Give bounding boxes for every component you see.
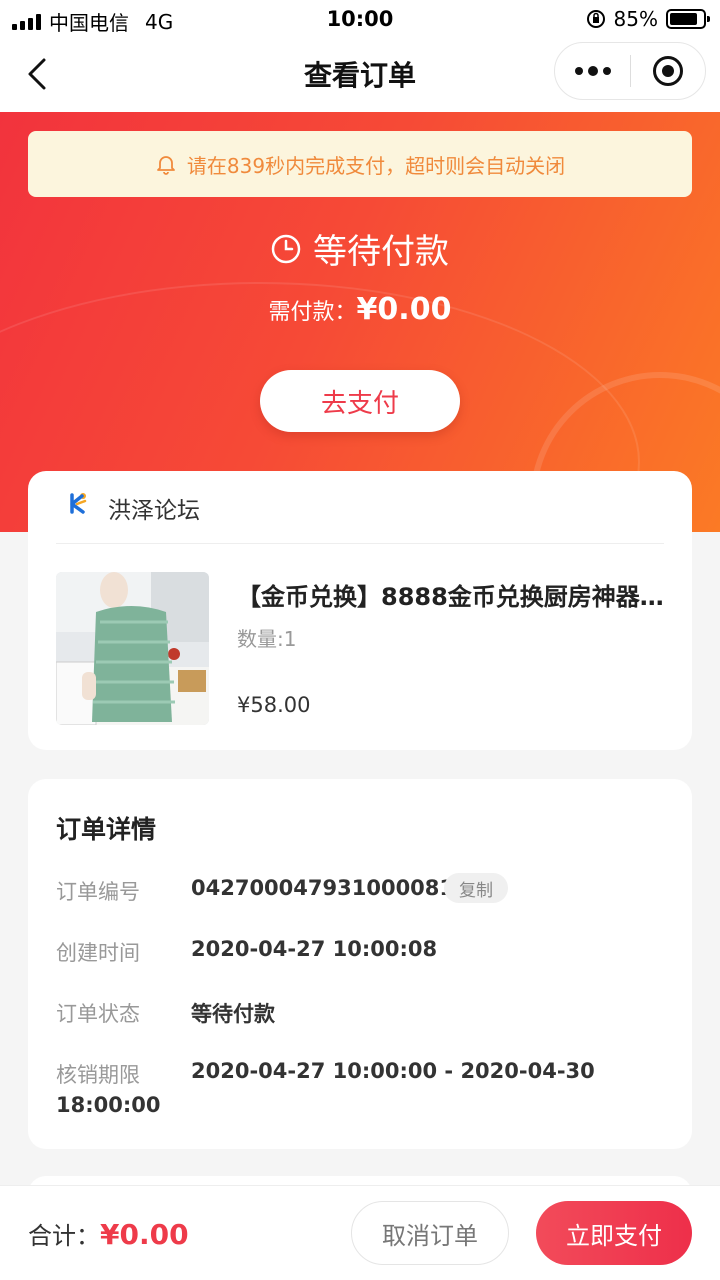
status-bar: 中国电信 4G 10:00 85% (0, 0, 720, 38)
cancel-order-button[interactable]: 取消订单 (351, 1201, 509, 1265)
payment-header: 请在839秒内完成支付，超时则会自动关闭 等待付款 需付款：¥0.00 去支付 (0, 112, 720, 532)
shop-row[interactable]: 洪泽论坛 (64, 491, 200, 525)
battery-icon (666, 9, 710, 29)
close-mini-program-button[interactable] (631, 56, 705, 86)
product-image[interactable] (56, 572, 209, 725)
redeem-deadline-label: 核销期限 (56, 1063, 140, 1087)
order-details-title: 订单详情 (56, 815, 157, 844)
order-status-heading: 等待付款 (0, 224, 720, 273)
order-status-text: 等待付款 (313, 232, 449, 272)
product-price: ¥58.00 (237, 693, 311, 717)
order-number-value: 042700047931000081 (191, 876, 455, 900)
more-dots-icon (574, 67, 583, 75)
bell-icon (157, 156, 175, 175)
order-status-value: 等待付款 (191, 1002, 275, 1026)
rotation-lock-icon (586, 10, 605, 28)
shop-name: 洪泽论坛 (108, 498, 200, 524)
redeem-deadline-value: 2020-04-27 10:00:00 - 2020-04-30 (191, 1059, 595, 1083)
order-status-label: 订单状态 (56, 1002, 140, 1026)
nav-bar: 查看订单 (0, 38, 720, 112)
total-label: 合计： (28, 1222, 100, 1250)
divider (56, 543, 664, 544)
amount-due-label: 需付款： (268, 300, 357, 325)
order-details-card: 订单详情 订单编号 042700047931000081 复制 创建时间 202… (28, 779, 692, 1149)
product-card: 洪泽论坛 【金币兑换】8888金币兑换厨房神器围裙 数量:1 ¥58.00 (28, 471, 692, 750)
pay-now-button[interactable]: 立即支付 (536, 1201, 692, 1265)
order-number-label: 订单编号 (56, 880, 140, 904)
amount-due-value: ¥0.00 (356, 292, 452, 327)
clock-icon (271, 234, 301, 263)
total-amount: ¥0.00 (100, 1218, 189, 1251)
redeem-deadline-end-time: 18:00:00 (56, 1093, 161, 1117)
total: 合计：¥0.00 (28, 1216, 189, 1251)
product-title[interactable]: 【金币兑换】8888金币兑换厨房神器围裙 (237, 577, 677, 612)
go-pay-button[interactable]: 去支付 (260, 370, 460, 432)
timeout-notice: 请在839秒内完成支付，超时则会自动关闭 (28, 131, 692, 197)
target-circle-icon (653, 56, 683, 86)
notice-text: 请在839秒内完成支付，超时则会自动关闭 (186, 153, 566, 178)
created-time-label: 创建时间 (56, 941, 140, 965)
shop-logo (64, 492, 94, 524)
product-quantity: 数量:1 (237, 627, 297, 651)
amount-due: 需付款：¥0.00 (0, 292, 720, 327)
mini-program-capsule (554, 42, 706, 100)
bottom-action-bar: 合计：¥0.00 取消订单 立即支付 (0, 1185, 720, 1280)
copy-button[interactable]: 复制 (444, 873, 508, 903)
created-time-value: 2020-04-27 10:00:08 (191, 937, 438, 961)
battery-percent: 85% (613, 7, 658, 31)
more-button[interactable] (555, 43, 630, 99)
